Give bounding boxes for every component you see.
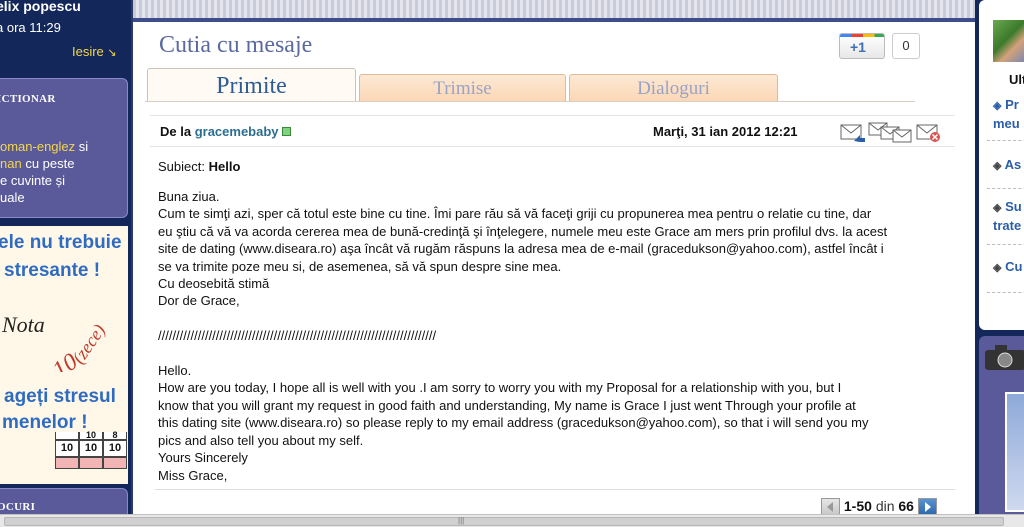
dictionary-text-4: uale xyxy=(0,190,25,205)
page-range: 1-50 xyxy=(843,498,872,514)
ad-line-2: stresante ! xyxy=(4,260,101,281)
subject-label: Subiect: xyxy=(158,159,205,174)
page-din: din xyxy=(875,498,895,514)
games-title: OCURI xyxy=(0,501,36,513)
gplus-color-bar xyxy=(840,34,884,37)
logout-link[interactable]: Iesire ↘ xyxy=(72,44,117,59)
sender-username[interactable]: gracemebaby xyxy=(195,124,279,139)
right-link-4-text[interactable]: Cu xyxy=(1005,259,1022,274)
ad-grade-scribble: 10 (zece) xyxy=(48,321,110,372)
dictionary-title: ICTIONAR xyxy=(0,93,56,105)
bottom-divider xyxy=(155,489,955,490)
google-plus-one-button[interactable]: +1 xyxy=(839,33,885,59)
logout-icon[interactable]: ↘ xyxy=(107,47,116,59)
diamond-icon: ◈ xyxy=(993,160,1002,172)
from-label: De la xyxy=(160,124,192,139)
grid-cell xyxy=(55,457,79,469)
camera-icon xyxy=(985,345,1024,370)
dictionary-text-2: cu peste xyxy=(21,156,75,171)
left-sidebar: elix popescu a ora 11:29 Iesire ↘ ICTION… xyxy=(0,0,131,527)
right-link-3-text[interactable]: Su xyxy=(1005,199,1022,214)
online-status-icon xyxy=(281,127,291,136)
dictionary-link[interactable]: oman-englez xyxy=(0,139,75,154)
grid-cell: 10 xyxy=(103,440,127,457)
tab-dialoguri[interactable]: Dialoguri xyxy=(569,74,778,101)
gplus-label: +1 xyxy=(850,39,866,55)
grid-cell: 10 xyxy=(79,431,103,440)
right-link-1[interactable]: ◈ Pr meu xyxy=(993,96,1020,132)
page-title: Cutia cu mesaje xyxy=(159,32,313,58)
grid-cell: 8 xyxy=(103,431,127,440)
top-decor-strip xyxy=(133,0,975,22)
chevron-left-icon xyxy=(827,502,833,512)
ad-line-4: menelor ! xyxy=(2,412,88,433)
ad-banner[interactable]: ele nu trebuie stresante ! Nota 10 (zece… xyxy=(0,226,128,484)
message-body: Buna ziua. Cum te simţi azi, sper că tot… xyxy=(158,189,888,483)
right-link-3[interactable]: ◈ Su trate xyxy=(993,198,1022,234)
user-box: elix popescu a ora 11:29 Iesire ↘ xyxy=(0,0,131,68)
page-total: 66 xyxy=(898,498,914,514)
ad-line-1: ele nu trebuie xyxy=(0,232,122,253)
dictionary-text-1: si xyxy=(75,139,89,154)
gplus-count: 0 xyxy=(892,33,920,59)
message-header: De la gracemebaby Marţi, 31 ian 2012 12:… xyxy=(150,115,955,147)
subject-line: Subiect: Hello xyxy=(158,159,240,174)
right-link-2-text[interactable]: As xyxy=(1005,157,1022,172)
right-link-1-text-2[interactable]: meu xyxy=(993,116,1020,131)
diamond-icon: ◈ xyxy=(993,262,1002,274)
diamond-icon: ◈ xyxy=(993,202,1002,214)
dictionary-link-2[interactable]: nan xyxy=(0,156,22,171)
divider xyxy=(987,244,1024,245)
right-link-1-text[interactable]: Pr xyxy=(1005,97,1019,112)
scrollbar-thumb[interactable] xyxy=(4,517,1004,526)
grid-cell xyxy=(103,457,127,469)
logout-label[interactable]: Iesire xyxy=(72,44,104,59)
delete-icon[interactable] xyxy=(916,121,942,143)
divider xyxy=(987,292,1024,293)
subject-text: Hello xyxy=(208,159,241,174)
tab-divider xyxy=(145,101,915,102)
grid-cell xyxy=(79,457,103,469)
right-link-3-text-2[interactable]: trate xyxy=(993,218,1021,233)
reply-icon[interactable] xyxy=(840,121,866,143)
grid-cell: 10 xyxy=(79,440,103,457)
divider xyxy=(987,140,1024,141)
scrollbar-grip-icon: ||| xyxy=(458,516,465,525)
member-photo[interactable] xyxy=(1005,392,1024,512)
right-panel: Ult ◈ Pr meu ◈ As ◈ Su trate ◈ Cu xyxy=(979,0,1024,330)
dictionary-text: oman-englez si nan cu peste e cuvinte și… xyxy=(0,138,88,206)
ad-grade-grid: 10 8 10 10 10 xyxy=(55,431,127,469)
diamond-icon: ◈ xyxy=(993,100,1002,112)
message-date: Marţi, 31 ian 2012 12:21 xyxy=(653,124,798,139)
tab-trimise[interactable]: Trimise xyxy=(359,74,566,101)
right-link-2[interactable]: ◈ As xyxy=(993,156,1021,175)
ad-zece: (zece) xyxy=(68,321,110,368)
right-link-4[interactable]: ◈ Cu xyxy=(993,258,1022,277)
user-login-time: a ora 11:29 xyxy=(0,20,61,35)
from-line: De la gracemebaby xyxy=(160,124,291,139)
ad-line-3: ageți stresul xyxy=(4,386,116,407)
user-thumbnail[interactable] xyxy=(993,20,1024,62)
divider xyxy=(987,188,1024,189)
tab-primite[interactable]: Primite xyxy=(147,68,356,102)
dictionary-text-3: e cuvinte și xyxy=(0,173,66,188)
grid-cell xyxy=(55,432,79,440)
main-content: Cutia cu mesaje +1 0 Primite Trimise Dia… xyxy=(133,0,975,527)
grid-cell: 10 xyxy=(55,440,79,457)
horizontal-scrollbar[interactable]: ||| xyxy=(0,514,1024,527)
forward-icon[interactable] xyxy=(868,121,914,143)
right-sidebar: Ult ◈ Pr meu ◈ As ◈ Su trate ◈ Cu xyxy=(975,0,1024,527)
chevron-right-icon xyxy=(924,502,931,512)
user-name[interactable]: elix popescu xyxy=(0,0,81,14)
right-panel-title: Ult xyxy=(1009,72,1024,87)
right-bottom-panel xyxy=(979,336,1024,527)
